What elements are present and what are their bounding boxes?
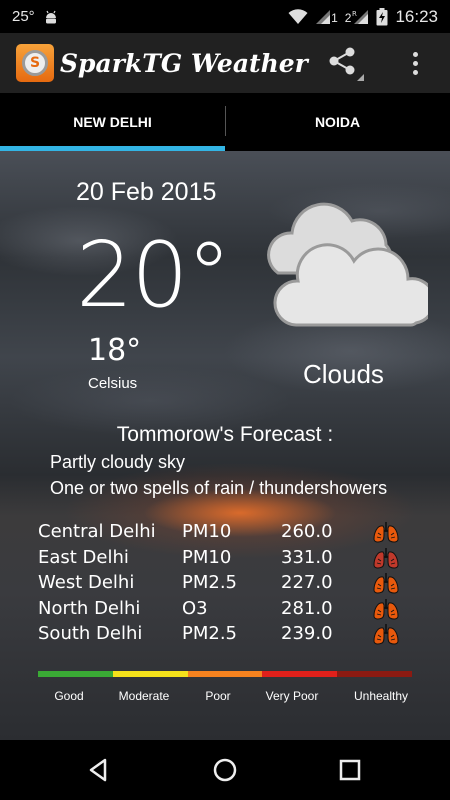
clouds-icon [267,202,428,327]
current-temperature: 20° [76,223,232,328]
pollutant-name: PM10 [182,521,232,542]
scale-label-poor: Poor [205,689,231,703]
table-row: Central Delhi PM10 260.0 [38,521,408,547]
scale-segment-very-poor [262,671,338,677]
pollutant-value: 239.0 [281,623,333,644]
sim2-label: 2 [344,10,352,25]
sim1-label: 1 [331,10,338,25]
pollutant-name: PM10 [182,546,232,568]
pollutant-value: 331.0 [281,546,333,568]
city-tabs: NEW DELHI NOIDA [0,93,450,151]
status-bar: 25° 1 2 R 16:23 [0,0,450,33]
region-name: North Delhi [38,597,141,619]
app-logo-letter: S [22,50,48,76]
android-icon [45,10,56,23]
scale-label-very-poor: Very Poor [265,689,319,703]
wifi-icon [288,8,308,24]
pollutant-value: 281.0 [281,597,333,619]
overflow-dot-icon [412,69,418,75]
region-name: South Delhi [38,623,143,644]
tab-noida[interactable]: NOIDA [225,93,450,151]
recents-button[interactable] [335,755,365,785]
scale-segment-unhealthy [337,671,412,677]
navigation-bar [0,740,450,800]
table-row: East Delhi PM10 331.0 [38,547,408,573]
scale-label-good: Good [54,689,84,703]
scale-segment-moderate [112,671,188,677]
forecast-line: One or two spells of rain / thundershowe… [50,478,388,498]
tab-new-delhi[interactable]: NEW DELHI [0,93,225,151]
scale-segment-poor [187,671,263,677]
lungs-icon [372,597,400,621]
scale-segment-good [38,671,113,677]
status-time: 16:23 [395,6,438,26]
pollutant-value: 227.0 [281,572,333,593]
region-name: West Delhi [38,572,135,593]
pollutant-value: 260.0 [281,521,333,542]
weather-date: 20 Feb 2015 [76,178,217,206]
signal-sim2-icon: R [352,9,369,24]
pollutant-name: PM2.5 [182,623,238,644]
overflow-dot-icon [412,60,418,66]
overflow-menu-button[interactable] [400,45,430,81]
status-temperature: 25° [12,8,35,25]
lungs-icon [372,546,400,570]
lungs-icon [372,520,400,544]
app-bar: S SparkTG Weather [0,33,450,93]
back-button[interactable] [84,755,114,785]
share-icon [329,47,364,81]
lungs-icon [372,622,400,646]
air-quality-table: Central Delhi PM10 260.0 East Delhi PM10… [38,521,408,649]
pollutant-name: PM2.5 [182,572,238,593]
back-icon [89,758,107,782]
aqi-scale-bar [38,671,412,677]
scale-label-moderate: Moderate [118,689,170,703]
home-icon [213,758,237,782]
forecast-line: Partly cloudy sky [50,452,186,472]
region-name: Central Delhi [38,521,156,542]
region-name: East Delhi [38,546,129,568]
scale-label-unhealthy: Unhealthy [353,689,409,703]
recents-icon [339,759,361,781]
forecast-title: Tommorow's Forecast : [116,423,334,446]
app-title: SparkTG Weather [60,48,308,78]
table-row: West Delhi PM2.5 227.0 [38,572,408,598]
temperature-unit: Celsius [88,375,138,392]
overflow-dot-icon [412,51,418,57]
min-temperature: 18° [88,333,142,368]
aqi-scale-labels: Good Moderate Poor Very Poor Unhealthy [30,689,420,705]
lungs-icon [372,571,400,595]
share-button[interactable] [326,46,366,82]
weather-condition: Clouds [303,359,384,389]
pollutant-name: O3 [182,597,208,619]
home-button[interactable] [210,755,240,785]
weather-panel: 20 Feb 2015 20° 18° Celsius Clouds Tommo… [0,151,450,740]
battery-charging-icon [376,7,388,25]
app-logo: S [16,44,54,82]
table-row: North Delhi O3 281.0 [38,598,408,624]
signal-sim1-icon [316,9,331,24]
roaming-label: R [352,10,357,18]
table-row: South Delhi PM2.5 239.0 [38,623,408,649]
